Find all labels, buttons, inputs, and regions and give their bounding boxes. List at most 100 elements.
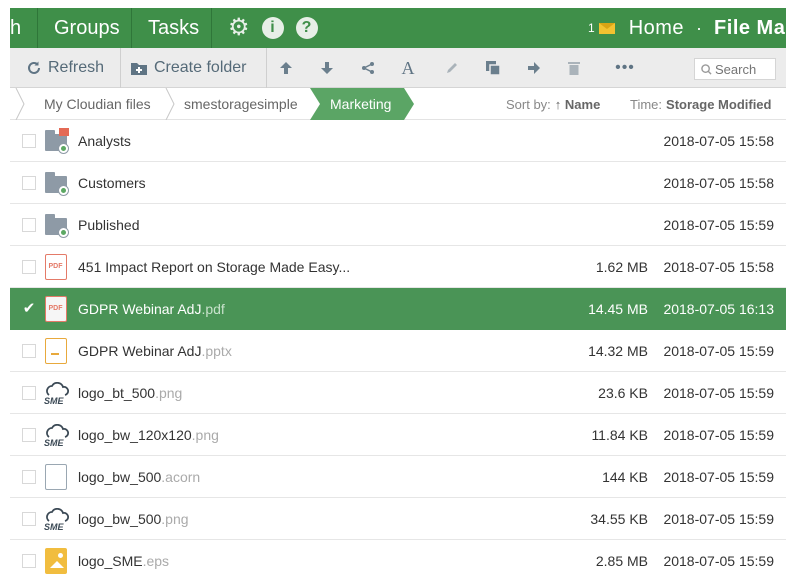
sort-by-value: ↑ Name bbox=[554, 96, 601, 112]
file-modified-date: 2018-07-05 15:59 bbox=[663, 553, 774, 569]
info-icon[interactable]: i bbox=[261, 17, 284, 39]
sme-label: SME bbox=[44, 522, 65, 532]
notification-count[interactable]: 1 bbox=[588, 21, 595, 35]
gear-icon[interactable]: ⚙ bbox=[228, 16, 250, 40]
row-checkbox[interactable] bbox=[22, 218, 36, 232]
row-checkbox[interactable] bbox=[22, 344, 36, 358]
file-name[interactable]: logo_SME .eps bbox=[78, 540, 169, 581]
presentation-file-icon bbox=[45, 338, 69, 364]
sme-logo-icon: SME bbox=[44, 506, 69, 532]
file-row[interactable]: SME logo_bw_500 .png 34.55 KB 2018-07-05 15:… bbox=[10, 498, 786, 540]
file-basename: Published bbox=[78, 217, 140, 233]
row-checkbox[interactable] bbox=[22, 428, 36, 442]
edit-pencil-icon[interactable] bbox=[440, 48, 464, 88]
file-name[interactable]: logo_bw_500 .png bbox=[78, 498, 189, 540]
file-extension: .pdf bbox=[201, 301, 225, 317]
file-modified-date: 2018-07-05 15:59 bbox=[663, 511, 774, 527]
search-box[interactable] bbox=[694, 58, 776, 80]
file-extension: .png bbox=[191, 427, 219, 443]
file-modified-date: 2018-07-05 16:13 bbox=[663, 301, 774, 317]
file-name[interactable]: Analysts bbox=[78, 120, 131, 162]
sort-by-label: Sort by: bbox=[506, 96, 551, 112]
row-checkbox[interactable] bbox=[22, 134, 36, 148]
file-row[interactable]: SME logo_bw_120x120 .png 11.84 KB 2018-07-05… bbox=[10, 414, 786, 456]
refresh-label: Refresh bbox=[48, 59, 105, 76]
toolbar-divider bbox=[120, 48, 121, 88]
nav-item-groups[interactable]: Groups bbox=[38, 8, 132, 48]
envelope-icon[interactable] bbox=[598, 22, 615, 34]
file-row[interactable]: ✔ PDF GDPR Webinar AdJ .pdf 14.45 MB 2018-07-… bbox=[10, 288, 786, 330]
file-extension: .eps bbox=[142, 553, 170, 569]
time-mode[interactable]: Time: Storage Modified bbox=[630, 88, 771, 120]
file-name[interactable]: logo_bw_120x120 .png bbox=[78, 414, 219, 456]
file-size: 23.6 KB bbox=[598, 385, 648, 401]
copy-icon[interactable] bbox=[481, 48, 505, 88]
file-basename: GDPR Webinar AdJ bbox=[78, 343, 202, 359]
file-modified-date: 2018-07-05 15:59 bbox=[663, 343, 774, 359]
breadcrumb-item-smestoragesimple[interactable]: smestoragesimple bbox=[184, 88, 298, 120]
move-down-icon[interactable] bbox=[315, 48, 339, 88]
share-icon[interactable] bbox=[356, 48, 380, 88]
more-options-button[interactable]: ••• bbox=[610, 48, 640, 88]
row-checkbox[interactable] bbox=[22, 470, 36, 484]
search-icon bbox=[701, 63, 712, 75]
breadcrumb-item-marketing[interactable]: Marketing bbox=[310, 88, 414, 120]
row-checkbox[interactable] bbox=[22, 176, 36, 190]
file-basename: 451 Impact Report on Storage Made Easy..… bbox=[78, 259, 351, 275]
breadcrumb: My Cloudian files smestoragesimple Marke… bbox=[10, 88, 786, 120]
shared-folder-icon bbox=[45, 212, 69, 238]
file-name[interactable]: Published bbox=[78, 204, 140, 246]
nav-file-manager[interactable]: File Ma bbox=[714, 17, 785, 40]
file-name[interactable]: GDPR Webinar AdJ .pptx bbox=[78, 330, 232, 372]
row-checkbox[interactable] bbox=[22, 554, 36, 568]
sort-by[interactable]: Sort by: ↑ Name bbox=[506, 88, 600, 120]
file-name[interactable]: logo_bw_500 .acorn bbox=[78, 456, 200, 498]
nav-right: 1 Home · File Ma bbox=[588, 8, 785, 48]
file-basename: GDPR Webinar AdJ bbox=[78, 301, 202, 317]
nav-item-partial-label: h bbox=[10, 16, 22, 39]
blank-file-icon bbox=[45, 464, 69, 490]
time-label: Time: bbox=[630, 96, 663, 112]
file-list: Analysts 2018-07-05 15:58 Customers 2018-07… bbox=[10, 120, 786, 581]
file-name[interactable]: Customers bbox=[78, 162, 146, 204]
file-row[interactable]: Customers 2018-07-05 15:58 bbox=[10, 162, 786, 204]
nav-item-tasks[interactable]: Tasks bbox=[132, 8, 212, 48]
file-basename: logo_bt_500 bbox=[78, 385, 156, 401]
file-row[interactable]: Analysts 2018-07-05 15:58 bbox=[10, 120, 786, 162]
toolbar-divider bbox=[266, 48, 267, 88]
file-row[interactable]: logo_bw_500 .acorn 144 KB 2018-07-05 15:59 bbox=[10, 456, 786, 498]
file-modified-date: 2018-07-05 15:59 bbox=[663, 427, 774, 443]
file-modified-date: 2018-07-05 15:58 bbox=[663, 133, 774, 149]
file-row[interactable]: GDPR Webinar AdJ .pptx 14.32 MB 2018-07-05 … bbox=[10, 330, 786, 372]
file-name[interactable]: GDPR Webinar AdJ .pdf bbox=[78, 288, 225, 330]
font-icon[interactable]: A bbox=[396, 48, 420, 88]
file-basename: Customers bbox=[78, 175, 146, 191]
toolbar: Refresh Create folder A ••• bbox=[10, 48, 786, 88]
pdf-label: PDF bbox=[48, 305, 63, 312]
refresh-button[interactable]: Refresh bbox=[26, 48, 104, 88]
trash-icon[interactable] bbox=[562, 48, 586, 88]
create-folder-button[interactable]: Create folder bbox=[130, 48, 247, 88]
move-arrow-icon[interactable] bbox=[522, 48, 546, 88]
file-name[interactable]: logo_bt_500 .png bbox=[78, 372, 182, 414]
file-row[interactable]: Published 2018-07-05 15:59 bbox=[10, 204, 786, 246]
nav-home[interactable]: Home bbox=[629, 17, 684, 40]
file-row[interactable]: logo_SME .eps 2.85 MB 2018-07-05 15:59 bbox=[10, 540, 786, 581]
help-icon[interactable]: ? bbox=[295, 17, 318, 39]
shared-folder-icon bbox=[45, 128, 69, 154]
breadcrumb-item-my-cloudian-files[interactable]: My Cloudian files bbox=[44, 88, 151, 120]
file-row[interactable]: SME logo_bt_500 .png 23.6 KB 2018-07-05 15:5… bbox=[10, 372, 786, 414]
row-checkbox[interactable] bbox=[22, 386, 36, 400]
file-basename: logo_SME bbox=[78, 553, 143, 569]
file-size: 144 KB bbox=[602, 469, 648, 485]
file-row[interactable]: PDF 451 Impact Report on Storage Made Eas… bbox=[10, 246, 786, 288]
row-checkbox[interactable]: ✔ bbox=[22, 301, 36, 316]
search-input[interactable] bbox=[715, 61, 773, 77]
nav-item-partial[interactable]: h bbox=[10, 8, 38, 48]
create-folder-label: Create folder bbox=[154, 59, 247, 76]
row-checkbox[interactable] bbox=[22, 512, 36, 526]
file-name[interactable]: 451 Impact Report on Storage Made Easy..… bbox=[78, 246, 350, 288]
move-up-icon[interactable] bbox=[274, 48, 298, 88]
pdf-file-icon: PDF bbox=[45, 254, 69, 280]
row-checkbox[interactable] bbox=[22, 260, 36, 274]
